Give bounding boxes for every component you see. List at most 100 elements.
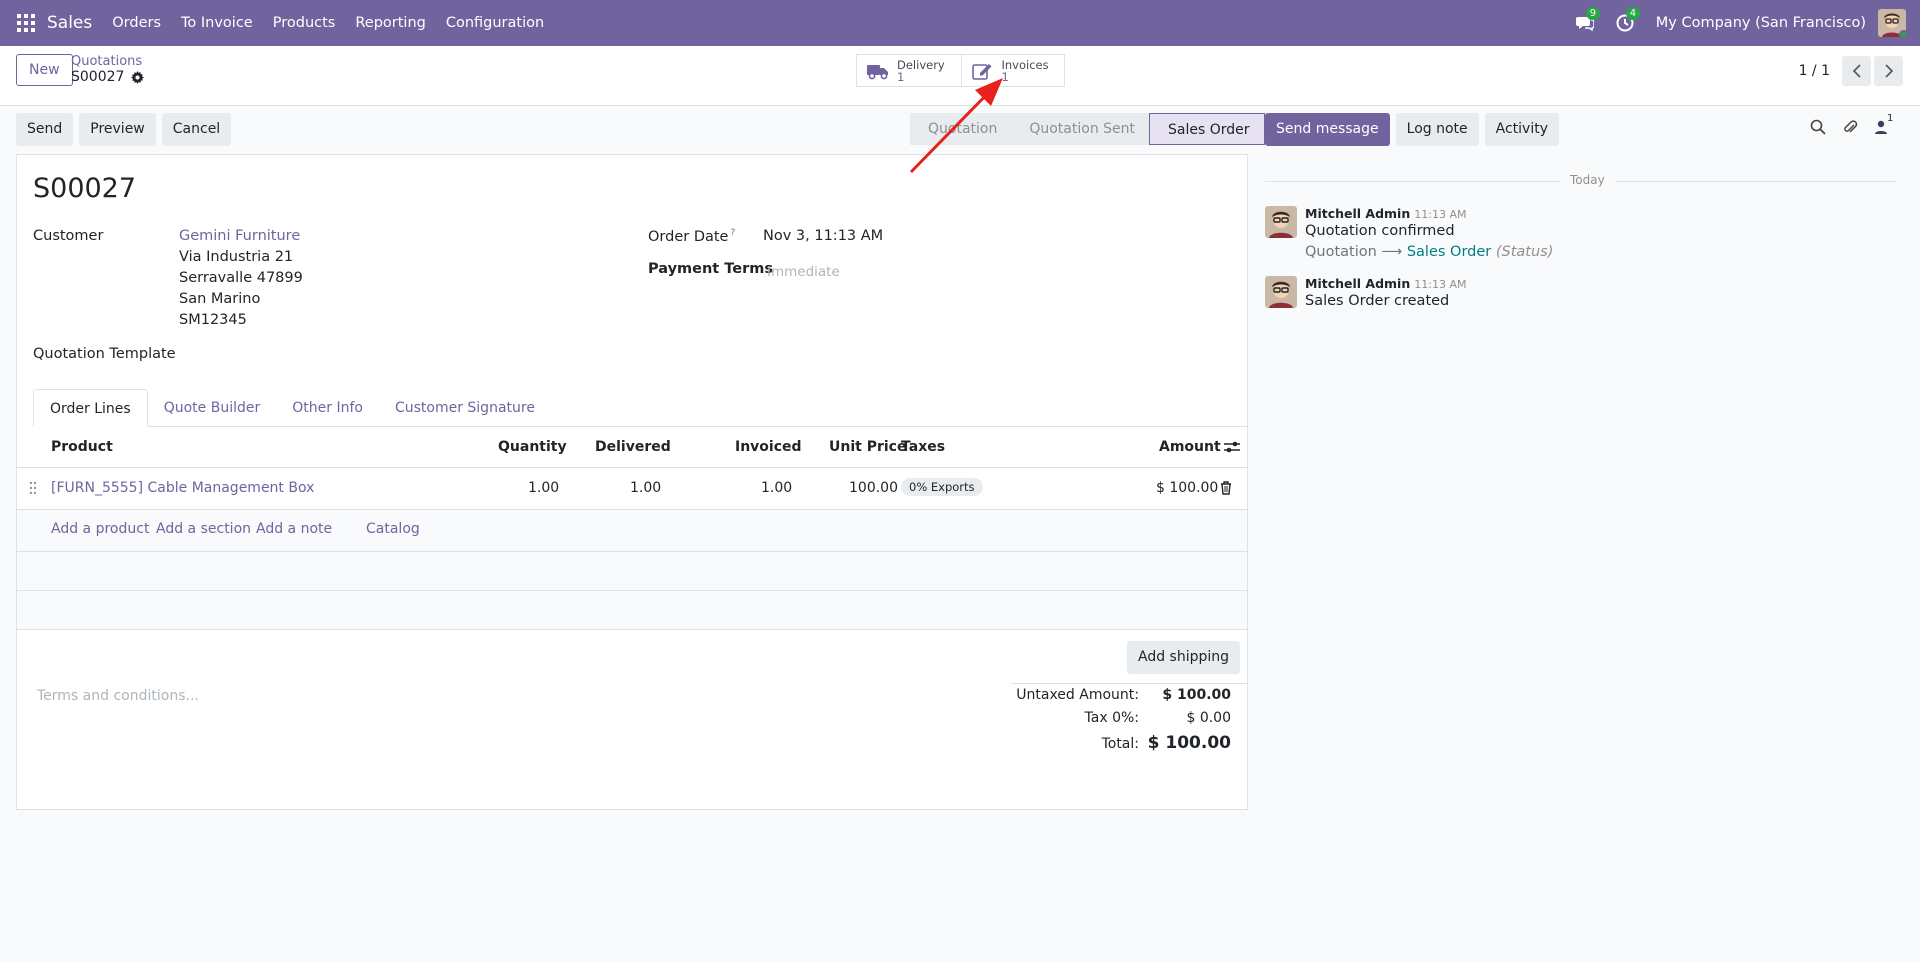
send-message-button[interactable]: Send message (1265, 113, 1390, 146)
message-time: 11:13 AM (1414, 278, 1467, 291)
message-body: Quotation confirmed (1305, 223, 1455, 239)
activities-count-badge: 4 (1625, 7, 1641, 20)
address-line-3: San Marino (179, 291, 261, 307)
empty-row (17, 591, 1247, 630)
untaxed-amount-value: $ 100.00 (1162, 687, 1231, 703)
column-delivered[interactable]: Delivered (595, 439, 671, 455)
chatter-topbar-icons: 1 (1810, 113, 1906, 135)
line-delivered[interactable]: 1.00 (630, 480, 661, 496)
add-shipping-button[interactable]: Add shipping (1127, 641, 1241, 674)
activity-clock-icon[interactable]: 4 (1616, 7, 1641, 32)
line-product[interactable]: [FURN_5555] Cable Management Box (51, 480, 314, 496)
line-quantity[interactable]: 1.00 (528, 480, 559, 496)
arrow-right-icon: ⟶ (1381, 244, 1403, 260)
menu-products[interactable]: Products (273, 15, 336, 31)
top-navbar: Sales Orders To Invoice Products Reporti… (0, 0, 1920, 46)
customer-link[interactable]: Gemini Furniture (179, 228, 300, 244)
payment-terms-field[interactable]: Immediate (767, 264, 840, 280)
tab-customer-signature[interactable]: Customer Signature (379, 389, 551, 427)
user-avatar[interactable] (1878, 9, 1908, 39)
line-unit-price[interactable]: 100.00 (849, 480, 898, 496)
trash-icon[interactable] (1220, 481, 1232, 499)
add-note-link[interactable]: Add a note (256, 521, 332, 537)
delivery-smart-text: Delivery 1 (897, 59, 945, 83)
table-row[interactable]: [FURN_5555] Cable Management Box 1.00 1.… (17, 468, 1247, 510)
drag-handle-icon[interactable] (29, 481, 37, 495)
breadcrumb-current-label: S00027 (71, 69, 125, 85)
total-label: Total: (1101, 736, 1139, 752)
followers-count: 1 (1887, 113, 1894, 124)
followers-icon[interactable]: 1 (1874, 113, 1893, 135)
stage-quotation-sent[interactable]: Quotation Sent (1011, 113, 1149, 145)
form-sheet: S00027 Customer Gemini Furniture Via Ind… (16, 154, 1248, 810)
company-switcher[interactable]: My Company (San Francisco) (1656, 15, 1866, 31)
add-section-link[interactable]: Add a section (156, 521, 251, 537)
chatter-buttons: Send message Log note Activity (1265, 113, 1565, 146)
untaxed-amount-line: Untaxed Amount: $ 100.00 (1011, 684, 1247, 707)
search-icon[interactable] (1810, 119, 1826, 135)
send-button[interactable]: Send (16, 113, 74, 146)
column-amount[interactable]: Amount (1159, 439, 1221, 455)
address-line-4: SM12345 (179, 312, 247, 328)
author-avatar[interactable] (1265, 206, 1297, 238)
tracking-field-name: (Status) (1495, 244, 1554, 260)
breadcrumb-quotations[interactable]: Quotations (71, 54, 142, 69)
column-taxes[interactable]: Taxes (901, 439, 945, 455)
menu-orders[interactable]: Orders (112, 15, 161, 31)
pager-value[interactable]: 1 / 1 (1799, 63, 1830, 79)
tab-quote-builder[interactable]: Quote Builder (148, 389, 277, 427)
pager-next-button[interactable] (1874, 56, 1903, 86)
breadcrumb-current: S00027 (71, 69, 145, 85)
help-tooltip-icon[interactable]: ? (730, 228, 735, 238)
record-title: S00027 (33, 173, 137, 204)
pager-previous-button[interactable] (1842, 56, 1871, 86)
column-unit-price[interactable]: Unit Price (829, 439, 906, 455)
form-action-buttons: Send Preview Cancel (16, 113, 237, 146)
online-status-dot (1899, 30, 1908, 39)
optional-columns-icon[interactable] (1224, 440, 1240, 458)
activity-button[interactable]: Activity (1484, 113, 1559, 146)
cancel-button[interactable]: Cancel (161, 113, 232, 146)
new-button[interactable]: New (16, 54, 73, 86)
message-body: Sales Order created (1305, 293, 1450, 309)
edit-invoice-icon (971, 62, 994, 80)
app-menu-icon[interactable] (17, 14, 35, 32)
total-value: $ 100.00 (1147, 733, 1231, 753)
log-note-button[interactable]: Log note (1395, 113, 1479, 146)
tracking-new-value: Sales Order (1406, 244, 1492, 260)
terms-and-conditions-field[interactable]: Terms and conditions... (37, 688, 199, 704)
messages-count-badge: 9 (1585, 7, 1601, 20)
column-quantity[interactable]: Quantity (498, 439, 567, 455)
stage-quotation[interactable]: Quotation (910, 113, 1012, 145)
stage-sales-order[interactable]: Sales Order (1149, 113, 1265, 145)
tab-other-info[interactable]: Other Info (276, 389, 379, 427)
author-avatar[interactable] (1265, 276, 1297, 308)
messages-icon[interactable]: 9 (1575, 7, 1601, 32)
message-author-name: Mitchell Admin (1305, 276, 1411, 291)
paperclip-icon[interactable] (1842, 119, 1858, 135)
delivery-count: 1 (897, 69, 905, 84)
preview-button[interactable]: Preview (79, 113, 156, 146)
tax-badge[interactable]: 0% Exports (901, 478, 983, 496)
delivery-smart-button[interactable]: Delivery 1 (857, 55, 961, 86)
untaxed-amount-label: Untaxed Amount: (1016, 687, 1139, 703)
column-invoiced[interactable]: Invoiced (735, 439, 802, 455)
column-product[interactable]: Product (51, 439, 113, 455)
menu-reporting[interactable]: Reporting (355, 15, 426, 31)
menu-configuration[interactable]: Configuration (446, 15, 544, 31)
add-product-link[interactable]: Add a product (51, 521, 149, 537)
catalog-link[interactable]: Catalog (366, 521, 420, 537)
smart-buttons: Delivery 1 Invoices 1 (856, 54, 1065, 87)
invoices-smart-button[interactable]: Invoices 1 (960, 55, 1065, 86)
tax-label: Tax 0%: (1084, 710, 1139, 726)
today-label: Today (1560, 173, 1615, 187)
tab-order-lines[interactable]: Order Lines (33, 389, 148, 427)
order-date-value[interactable]: Nov 3, 11:13 AM (763, 228, 883, 244)
gear-icon[interactable] (131, 70, 145, 84)
menu-to-invoice[interactable]: To Invoice (181, 15, 253, 31)
status-bar: Quotation Quotation Sent Sales Order (910, 113, 1265, 145)
systray: 9 4 My Company (San Francisco) (1575, 0, 1920, 46)
customer-label: Customer (33, 228, 104, 244)
app-name[interactable]: Sales (47, 13, 92, 33)
tracking-old-value: Quotation (1305, 244, 1377, 260)
